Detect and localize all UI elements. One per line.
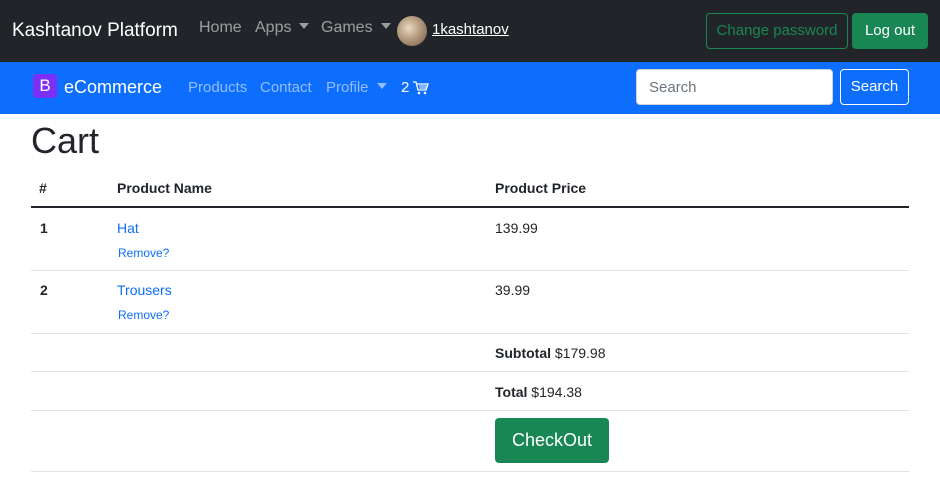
row-divider xyxy=(31,410,909,411)
nav-apps-label: Apps xyxy=(255,19,292,36)
nav-profile-label: Profile xyxy=(326,79,369,96)
subtotal-row: Subtotal $179.98 xyxy=(495,345,606,361)
total-value: $194.38 xyxy=(531,384,582,400)
shop-navbar: B eCommerce Products Contact Profile 2 S… xyxy=(0,62,940,114)
cart-icon[interactable] xyxy=(413,81,429,95)
nav-home[interactable]: Home xyxy=(199,19,242,37)
cart-count[interactable]: 2 xyxy=(401,79,409,96)
header-product-name: Product Name xyxy=(117,180,212,196)
page-title: Cart xyxy=(31,120,100,161)
chevron-down-icon xyxy=(299,23,310,29)
row-index: 1 xyxy=(40,220,48,236)
shop-brand[interactable]: eCommerce xyxy=(64,77,162,98)
nav-games-dropdown[interactable]: Games xyxy=(321,19,391,37)
checkout-button[interactable]: CheckOut xyxy=(495,418,609,463)
nav-games-label: Games xyxy=(321,19,373,36)
chevron-down-icon xyxy=(380,23,391,29)
bootstrap-logo-icon[interactable]: B xyxy=(33,74,57,98)
subtotal-label: Subtotal xyxy=(495,345,551,361)
product-price: 39.99 xyxy=(495,282,531,298)
nav-products[interactable]: Products xyxy=(188,79,247,96)
subtotal-value: $179.98 xyxy=(554,345,606,361)
username-link[interactable]: 1kashtanov xyxy=(432,21,509,38)
change-password-button[interactable]: Change password xyxy=(706,13,848,49)
product-link[interactable]: Hat xyxy=(117,220,139,236)
search-input[interactable] xyxy=(636,69,833,105)
product-price: 139.99 xyxy=(495,220,538,236)
total-label: Total xyxy=(495,384,528,400)
top-navbar: Kashtanov Platform Home Apps Games 1kash… xyxy=(0,0,940,62)
nav-contact[interactable]: Contact xyxy=(260,79,312,96)
product-link[interactable]: Trousers xyxy=(117,282,172,298)
row-index: 2 xyxy=(40,282,48,298)
avatar[interactable] xyxy=(397,16,427,46)
platform-brand[interactable]: Kashtanov Platform xyxy=(12,20,178,42)
remove-link[interactable]: Remove? xyxy=(118,246,169,260)
nav-apps-dropdown[interactable]: Apps xyxy=(255,19,310,37)
row-divider xyxy=(31,270,909,271)
row-divider xyxy=(31,333,909,334)
header-product-price: Product Price xyxy=(495,180,587,196)
search-button[interactable]: Search xyxy=(840,69,909,105)
nav-profile-dropdown[interactable]: Profile xyxy=(326,79,387,96)
remove-link[interactable]: Remove? xyxy=(118,308,169,322)
chevron-down-icon xyxy=(376,83,387,89)
row-divider xyxy=(31,471,909,472)
row-divider xyxy=(31,371,909,372)
total-row: Total $194.38 xyxy=(495,384,582,400)
table-header-divider xyxy=(31,206,909,208)
logout-button[interactable]: Log out xyxy=(852,13,928,49)
header-index: # xyxy=(39,180,47,196)
